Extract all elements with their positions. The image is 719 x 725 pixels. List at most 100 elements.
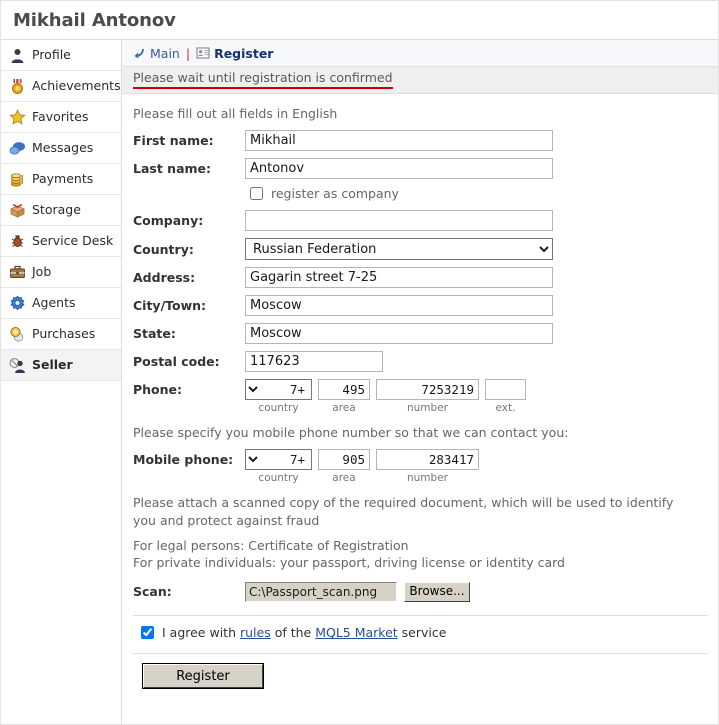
address-input[interactable]	[245, 267, 553, 288]
coin-cart-icon	[9, 326, 26, 343]
phone-ext-caption: ext.	[495, 402, 516, 414]
country-select[interactable]: Russian Federation	[245, 238, 553, 260]
postal-code-input[interactable]	[245, 351, 383, 372]
scan-hint-secondary: For legal persons: Certificate of Regist…	[133, 537, 708, 572]
mobile-country-cell: +7 country	[245, 449, 312, 484]
gear-icon	[9, 295, 26, 312]
city-input[interactable]	[245, 295, 553, 316]
city-label: City/Town:	[133, 298, 207, 313]
phone-group: +7 country area number	[245, 379, 532, 414]
company-input[interactable]	[245, 210, 553, 231]
mobile-phone-row: Mobile phone: +7 country area number	[133, 449, 708, 484]
sidebar-item-label: Agents	[32, 294, 76, 310]
last-name-input[interactable]	[245, 158, 553, 179]
mobile-area-cell: area	[318, 449, 370, 484]
first-name-input[interactable]	[245, 130, 553, 151]
submit-divider	[133, 653, 708, 655]
register-as-company-label: register as company	[271, 186, 399, 201]
scan-hint-private: For private individuals: your passport, …	[133, 555, 565, 570]
sidebar-item-seller[interactable]: Seller	[1, 350, 121, 381]
city-row: City/Town:	[133, 295, 708, 316]
mobile-phone-group: +7 country area number	[245, 449, 485, 484]
country-row: Country: Russian Federation	[133, 238, 708, 260]
sidebar-item-label: Favorites	[32, 108, 89, 124]
breadcrumb-current: Register	[214, 45, 274, 61]
phone-number-cell: number	[376, 379, 479, 414]
sidebar-item-messages[interactable]: Messages	[1, 133, 121, 164]
registration-notice-text: Please wait until registration is confir…	[133, 71, 393, 89]
scan-hint-legal: For legal persons: Certificate of Regist…	[133, 537, 409, 553]
scan-hint-primary: Please attach a scanned copy of the requ…	[133, 495, 674, 528]
first-name-label: First name:	[133, 133, 214, 148]
box-icon	[9, 202, 26, 219]
address-label: Address:	[133, 270, 196, 285]
mobile-phone-hint: Please specify you mobile phone number s…	[133, 425, 569, 440]
bug-icon	[9, 233, 26, 250]
scan-row: Scan: C:\Passport_scan.png Browse...	[133, 580, 708, 603]
agree-checkbox[interactable]	[141, 626, 154, 640]
postal-code-label: Postal code:	[133, 354, 220, 369]
phone-number-input[interactable]	[376, 379, 479, 400]
state-input[interactable]	[245, 323, 553, 344]
sidebar: Profile Achievements Favorites Messages Paym…	[1, 40, 122, 724]
breadcrumb: Main | Register	[122, 40, 718, 67]
mobile-area-input[interactable]	[318, 449, 370, 471]
mobile-phone-label: Mobile phone:	[133, 452, 234, 468]
country-label: Country:	[133, 241, 194, 257]
back-arrow-icon	[132, 46, 146, 60]
mobile-number-input[interactable]	[376, 449, 479, 471]
last-name-row: Last name:	[133, 158, 708, 179]
sidebar-item-agents[interactable]: Agents	[1, 288, 121, 319]
submit-row: Register	[142, 663, 708, 690]
phone-country-caption: country	[258, 402, 299, 414]
sidebar-item-payments[interactable]: Payments	[1, 164, 121, 195]
company-row: Company:	[133, 210, 708, 231]
sidebar-item-label: Service Desk	[32, 232, 114, 248]
breadcrumb-main-link[interactable]: Main	[150, 46, 180, 61]
mobile-area-caption: area	[332, 472, 356, 485]
mobile-country-caption: country	[258, 472, 299, 485]
form-intro-hint: Please fill out all fields in English	[133, 106, 338, 121]
sidebar-item-label: Payments	[32, 170, 94, 186]
register-button[interactable]: Register	[142, 663, 264, 690]
page-body: Profile Achievements Favorites Messages Paym…	[1, 40, 718, 724]
state-row: State:	[133, 323, 708, 344]
agree-text-before: I agree with	[162, 625, 240, 641]
sidebar-item-profile[interactable]: Profile	[1, 40, 121, 71]
breadcrumb-separator: |	[185, 45, 191, 61]
sidebar-item-favorites[interactable]: Favorites	[1, 102, 121, 133]
sidebar-item-storage[interactable]: Storage	[1, 195, 121, 226]
sidebar-item-achievements[interactable]: Achievements	[1, 71, 121, 102]
mql5-market-link[interactable]: MQL5 Market	[315, 625, 397, 640]
scan-filename-field[interactable]: C:\Passport_scan.png	[245, 582, 397, 603]
phone-area-input[interactable]	[318, 379, 370, 400]
phone-ext-input[interactable]	[485, 379, 526, 400]
agree-text-middle: of the	[270, 625, 316, 641]
scan-file-control: C:\Passport_scan.png Browse...	[245, 582, 470, 603]
phone-area-caption: area	[332, 402, 356, 414]
sidebar-item-label: Seller	[32, 356, 73, 372]
sidebar-item-label: Purchases	[32, 325, 96, 341]
registration-notice: Please wait until registration is confir…	[122, 67, 718, 94]
id-card-icon	[196, 46, 210, 60]
sidebar-item-job[interactable]: Job	[1, 257, 121, 288]
page-title: Mikhail Antonov	[13, 9, 176, 31]
agreement-text: I agree with rules of the MQL5 Market se…	[162, 625, 446, 640]
register-as-company-row: register as company	[133, 186, 708, 201]
rules-link[interactable]: rules	[240, 625, 271, 640]
chat-bubble-icon	[9, 140, 26, 157]
agreement-row: I agree with rules of the MQL5 Market se…	[141, 625, 708, 640]
browse-button[interactable]: Browse...	[404, 582, 470, 603]
coins-icon	[9, 171, 26, 188]
state-label: State:	[133, 326, 176, 341]
address-row: Address:	[133, 267, 708, 288]
register-as-company-checkbox[interactable]	[250, 187, 263, 200]
mobile-country-select[interactable]: +7	[245, 449, 312, 471]
star-icon	[9, 108, 26, 126]
registration-form: Please fill out all fields in English Fi…	[122, 94, 718, 690]
sidebar-item-service-desk[interactable]: Service Desk	[1, 226, 121, 257]
sidebar-item-purchases[interactable]: Purchases	[1, 319, 121, 350]
briefcase-icon	[9, 264, 26, 281]
phone-country-select[interactable]: +7	[245, 379, 312, 400]
sidebar-item-label: Messages	[32, 139, 94, 155]
